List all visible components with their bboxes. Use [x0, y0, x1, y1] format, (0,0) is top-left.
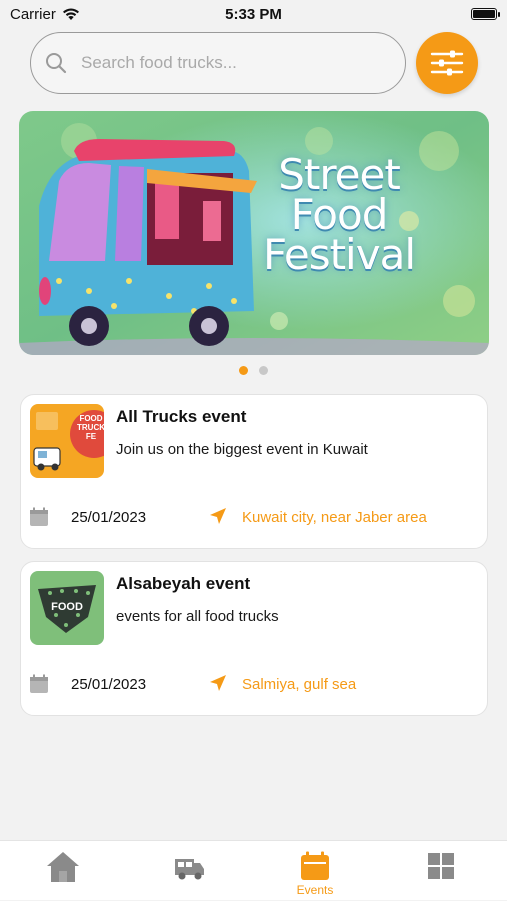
promo-banner[interactable]: Street Food Festival [19, 111, 489, 355]
sliders-icon [430, 50, 464, 76]
event-date: 25/01/2023 [71, 509, 147, 526]
tab-home[interactable] [0, 841, 126, 901]
search-input[interactable] [81, 53, 381, 73]
status-bar: Carrier 5:33 PM [0, 0, 507, 28]
tab-bar: Events [0, 840, 507, 900]
event-card[interactable]: FOOD TRUCK FE All Trucks event Join us o… [20, 394, 488, 549]
event-title: All Trucks event [116, 407, 247, 426]
home-icon [47, 852, 79, 882]
event-title: Alsabeyah event [116, 574, 251, 593]
banner-headline-line2: Food [290, 190, 389, 239]
calendar-icon [30, 674, 48, 693]
event-date: 25/01/2023 [71, 676, 147, 693]
location-arrow-icon [210, 508, 226, 524]
truck-icon [175, 859, 204, 880]
wifi-icon [62, 8, 79, 20]
event-location[interactable]: Salmiya, gulf sea [242, 676, 356, 693]
banner-headline-line3: Festival [263, 230, 416, 279]
location-arrow-icon [210, 675, 226, 691]
tab-trucks[interactable] [126, 841, 252, 901]
event-thumbnail: FOOD TRUCK FE [30, 404, 104, 478]
carousel-dots [0, 366, 507, 375]
search-icon [46, 53, 67, 74]
calendar-icon [301, 851, 329, 880]
battery-icon [471, 8, 500, 20]
event-location[interactable]: Kuwait city, near Jaber area [242, 509, 427, 526]
thumb-text: FE [85, 432, 97, 441]
carousel-dot[interactable] [259, 366, 268, 375]
tab-events[interactable]: Events [252, 841, 378, 901]
event-description: events for all food trucks [116, 608, 279, 625]
tab-more[interactable] [378, 841, 504, 901]
banner-headline: Street Food Festival [249, 150, 429, 279]
event-thumbnail: FOOD [30, 571, 104, 645]
thumb-text: FOOD [79, 414, 103, 423]
carrier-label: Carrier [10, 5, 56, 23]
event-meta: 25/01/2023 Salmiya, gulf sea [29, 673, 479, 695]
event-card[interactable]: FOOD Alsabeyah event events for all food… [20, 561, 488, 716]
banner-headline-line1: Street [278, 150, 401, 199]
calendar-icon [30, 507, 48, 526]
search-box[interactable] [30, 32, 406, 94]
event-meta: 25/01/2023 Kuwait city, near Jaber area [29, 506, 479, 528]
thumb-text: FOOD [51, 601, 83, 613]
filter-button[interactable] [416, 32, 478, 94]
carousel-dot-active[interactable] [239, 366, 248, 375]
tab-events-label: Events [296, 883, 334, 897]
search-row [30, 32, 478, 94]
grid-icon [428, 853, 454, 879]
thumb-text: TRUCK [77, 423, 104, 432]
event-description: Join us on the biggest event in Kuwait [116, 441, 368, 458]
